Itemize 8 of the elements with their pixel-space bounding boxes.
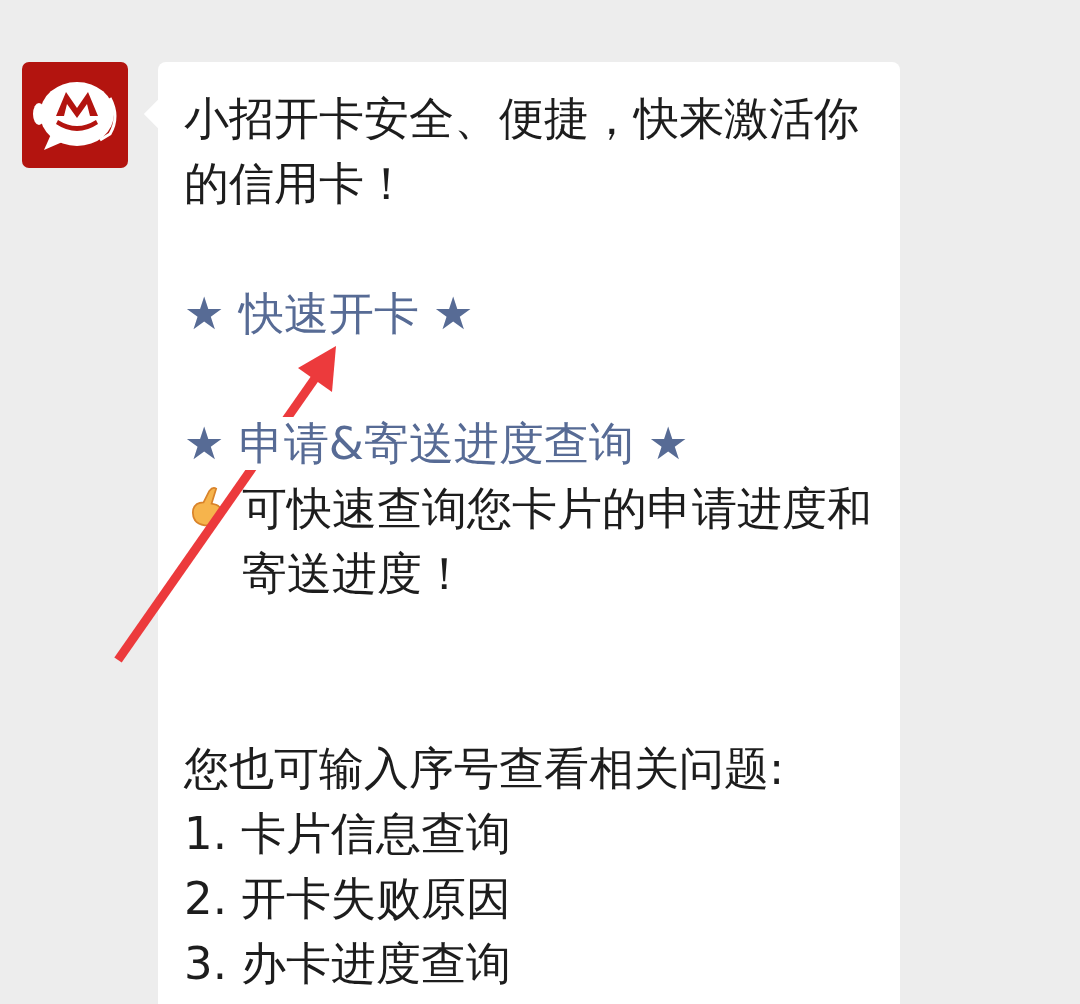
avatar-icon[interactable] — [22, 62, 128, 168]
message-text: 小招开卡安全、便捷，快来激活你的信用卡！ — [184, 91, 860, 212]
tip-text: 可快速查询您卡片的申请进度和寄送进度！ — [242, 481, 873, 602]
option-text: 3. 办卡进度查询 — [184, 936, 513, 992]
option-text: 1. 卡片信息查询 — [184, 806, 513, 862]
menu-link[interactable]: ★ 申请&寄送进度查询 ★ — [184, 417, 689, 470]
option-text: 2. 开卡失败原因 — [184, 871, 513, 927]
prompt-text: 您也可输入序号查看相关问题: — [184, 741, 786, 797]
